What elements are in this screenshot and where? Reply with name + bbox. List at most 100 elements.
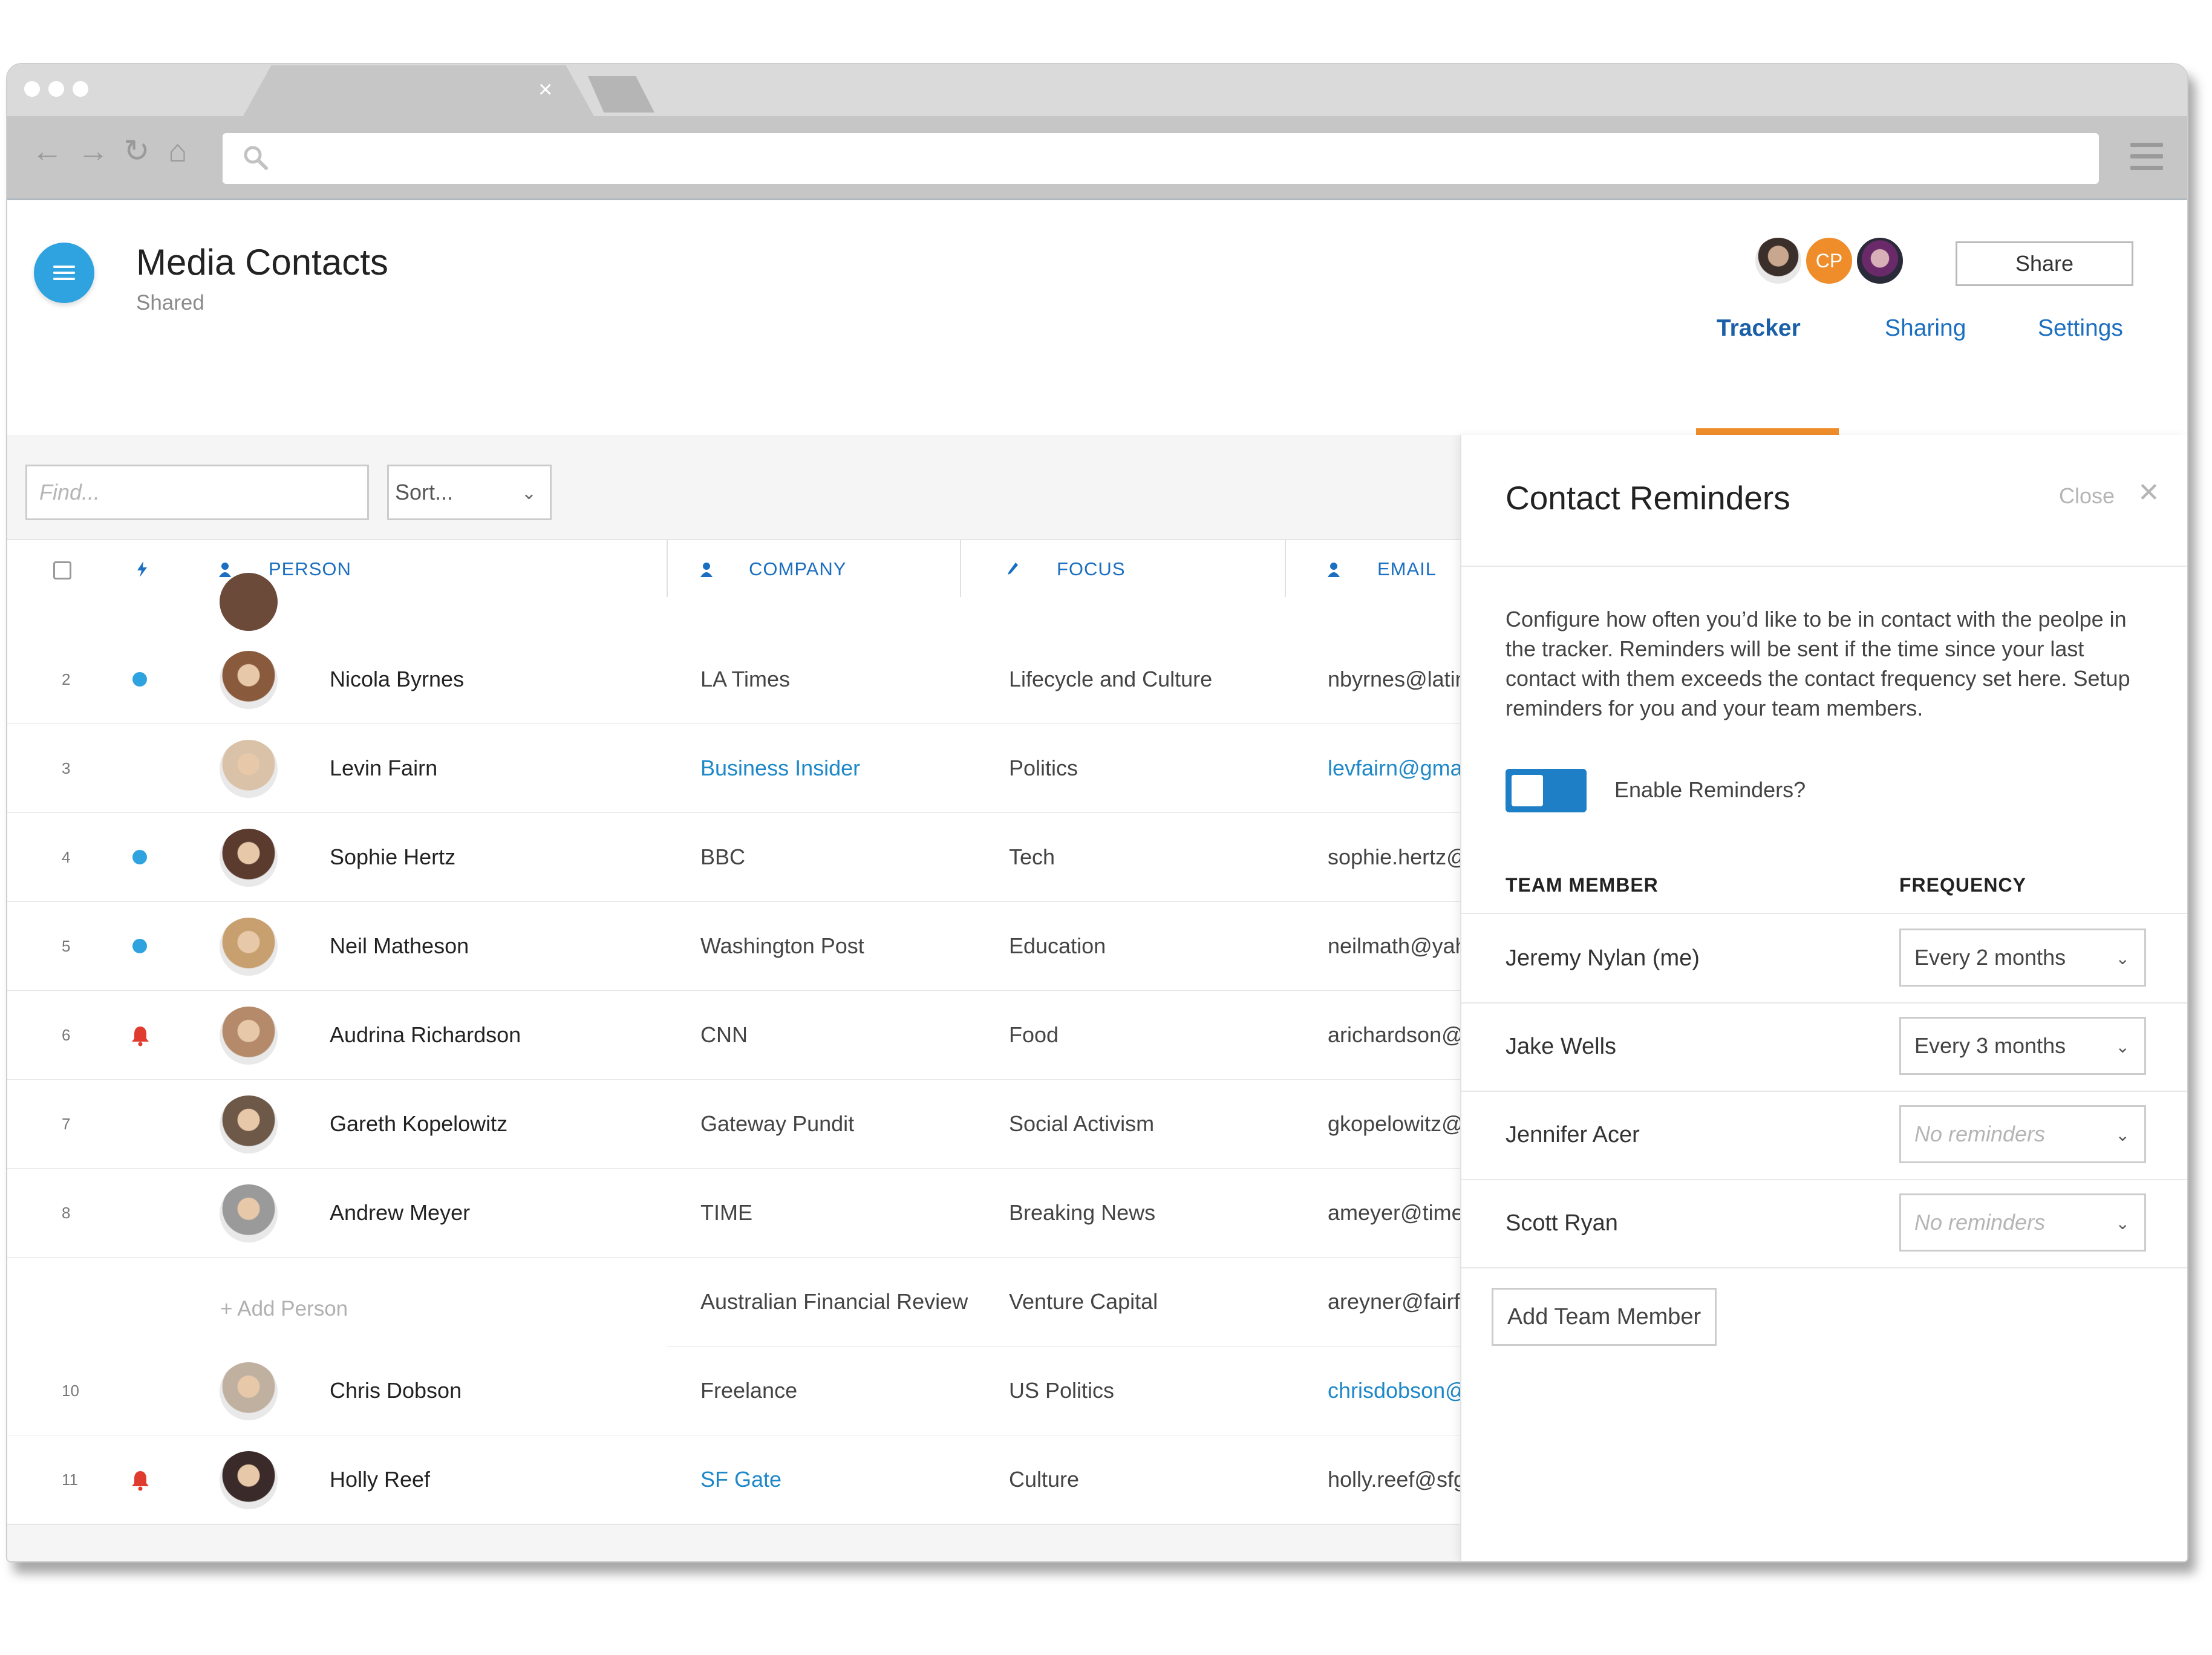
row-number: 7 [62,1115,71,1133]
person-name[interactable]: Sophie Hertz [330,813,455,901]
email-cell: nbyrnes@latim [1328,667,1460,691]
table-row-partial[interactable] [7,573,1460,636]
person-name[interactable]: Gareth Kopelowitz [330,1080,507,1168]
column-divider[interactable] [667,540,668,598]
share-button[interactable]: Share [1956,241,2133,286]
enable-reminders-toggle[interactable] [1506,769,1587,812]
status-dot [132,850,147,864]
column-header-team-member: TEAM MEMBER [1506,874,1659,896]
add-person-row[interactable]: + Add Person [7,1265,667,1353]
bell-icon[interactable] [131,1469,150,1491]
tab-close-icon[interactable]: × [538,77,552,102]
table-row[interactable]: 11 Holly Reef SF Gate Culture holly.reef… [7,1435,1460,1525]
column-header-focus[interactable]: FOCUS [1057,540,1126,598]
toggle-knob [1512,775,1543,806]
table-row[interactable]: 7 Gareth Kopelowitz Gateway Pundit Socia… [7,1080,1460,1169]
company-cell: Australian Financial Review [700,1289,968,1314]
team-member-row: Jeremy Nylan (me) Every 2 months ⌄ [1461,914,2187,1004]
menu-button[interactable] [34,243,94,303]
frequency-select[interactable]: No reminders ⌄ [1899,1193,2146,1252]
person-name[interactable]: Neil Matheson [330,902,469,990]
table-row[interactable]: 8 Andrew Meyer TIME Breaking News ameyer… [7,1169,1460,1258]
email-cell: ameyer@timei [1328,1200,1460,1225]
status-dot [132,939,147,953]
page-subtitle: Shared [136,291,204,315]
frequency-select[interactable]: No reminders ⌄ [1899,1105,2146,1163]
close-button[interactable]: Close [2059,483,2115,509]
close-icon[interactable]: ✕ [2138,477,2160,508]
frequency-select[interactable]: Every 3 months ⌄ [1899,1017,2146,1075]
tab-sharing[interactable]: Sharing [1885,315,1966,342]
window-zoom-dot[interactable] [73,81,88,97]
column-header-person[interactable]: PERSON [269,540,351,598]
back-icon[interactable]: ← [31,135,63,167]
email-cell: arichardson@ [1328,1022,1460,1047]
email-cell: sophie.hertz@ [1328,844,1460,869]
table-row[interactable]: 4 Sophie Hertz BBC Tech sophie.hertz@ [7,813,1460,903]
column-header-email[interactable]: EMAIL [1377,540,1437,598]
collaborator-avatar[interactable] [1855,235,1905,286]
address-bar[interactable] [223,133,2099,184]
lightning-icon [137,561,147,577]
email-cell: gkopelowitz@ [1328,1111,1460,1136]
person-name[interactable]: Audrina Richardson [330,991,521,1079]
person-name[interactable]: Levin Fairn [330,724,437,812]
table-row[interactable]: 10 Chris Dobson Freelance US Politics ch… [7,1347,1460,1436]
table-row[interactable]: 5 Neil Matheson Washington Post Educatio… [7,902,1460,991]
focus-cell: Politics [1009,756,1078,780]
company-cell: Washington Post [700,933,864,958]
company-cell: Freelance [700,1378,798,1403]
reload-icon[interactable]: ↻ [123,135,150,167]
company-cell[interactable]: Business Insider [700,724,860,812]
add-person-button[interactable]: + Add Person [220,1265,348,1353]
column-divider[interactable] [1285,540,1286,598]
team-member-row: Jennifer Acer No reminders ⌄ [1461,1091,2187,1180]
collaborator-avatar[interactable] [1753,235,1804,286]
avatar [220,829,278,887]
avatar [220,573,278,631]
browser-tab-new[interactable] [588,76,654,113]
chevron-down-icon: ⌄ [2115,1037,2130,1056]
window-close-dot[interactable] [24,81,40,97]
company-icon [700,563,713,577]
collaborator-avatar-cp[interactable]: CP [1804,235,1855,286]
column-divider[interactable] [960,540,961,598]
window-minimize-dot[interactable] [48,81,64,97]
email-person-icon [1328,563,1340,577]
avatar [220,740,278,798]
tab-tracker[interactable]: Tracker [1717,315,1801,342]
frequency-value: No reminders [1914,1121,2046,1146]
email-cell[interactable]: levfairn@gmai [1328,724,1460,812]
table-row[interactable]: 2 Nicola Byrnes LA Times Lifecycle and C… [7,635,1460,725]
column-header-company[interactable]: COMPANY [749,540,846,598]
panel-title: Contact Reminders [1506,479,1790,517]
team-member-name: Jeremy Nylan (me) [1506,945,1700,971]
browser-menu-icon[interactable] [2130,143,2163,172]
add-team-member-button[interactable]: Add Team Member [1492,1288,1717,1346]
company-cell[interactable]: SF Gate [700,1435,781,1524]
home-icon[interactable]: ⌂ [168,135,187,167]
person-name[interactable]: Andrew Meyer [330,1169,470,1257]
table-row[interactable]: 6 Audrina Richardson CNN Food arichardso… [7,991,1460,1080]
person-name[interactable]: Nicola Byrnes [330,635,464,723]
page-title: Media Contacts [136,242,388,282]
person-name[interactable]: Holly Reef [330,1435,430,1524]
avatar [220,1451,278,1509]
select-all-checkbox[interactable] [53,561,71,579]
status-dot [132,672,147,687]
table-row[interactable]: 3 Levin Fairn Business Insider Politics … [7,724,1460,814]
contact-reminders-panel: Contact Reminders Close ✕ Configure how … [1460,435,2187,1561]
focus-cell: Lifecycle and Culture [1009,667,1213,691]
frequency-select[interactable]: Every 2 months ⌄ [1899,929,2146,987]
row-number: 6 [62,1026,71,1044]
email-cell[interactable]: chrisdobson@ [1328,1347,1460,1435]
forward-icon[interactable]: → [77,135,109,167]
bell-icon[interactable] [131,1025,150,1046]
team-member-name: Scott Ryan [1506,1210,1618,1236]
tab-settings[interactable]: Settings [2038,315,2123,342]
sort-select[interactable]: Sort... ⌄ [387,465,552,520]
find-input[interactable]: Find... [25,465,369,520]
person-name[interactable]: Chris Dobson [330,1347,462,1435]
focus-cell: Education [1009,933,1106,958]
browser-tab-strip: × [7,64,2187,116]
